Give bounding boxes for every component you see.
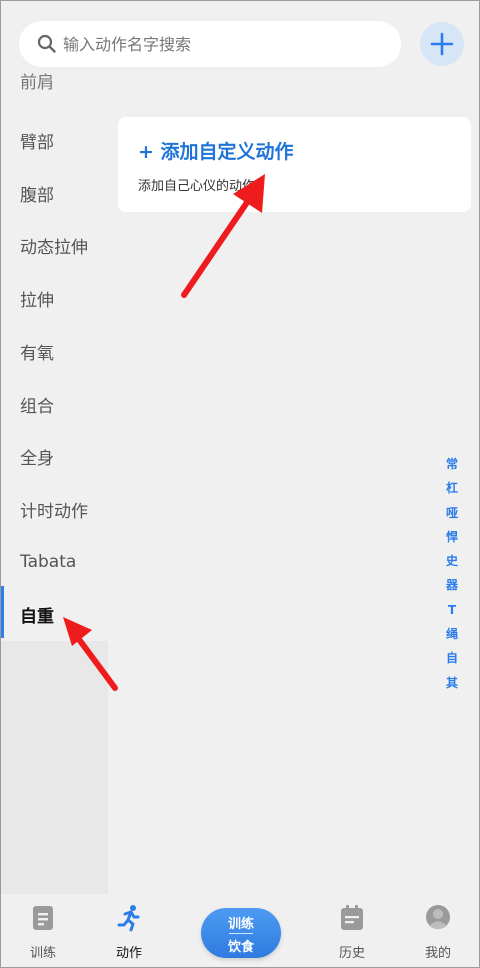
sidebar-item-partial[interactable]: 前肩 <box>0 72 108 98</box>
running-icon <box>117 905 140 932</box>
training-diet-switch-button[interactable]: 训练 饮食 <box>201 908 281 958</box>
index-item[interactable]: 常 <box>446 452 458 476</box>
index-item[interactable]: 绳 <box>446 622 458 646</box>
nav-training-label: 训练 <box>29 946 56 961</box>
add-custom-exercise-card[interactable]: + 添加自定义动作 添加自己心仪的动作 <box>118 117 471 212</box>
index-item[interactable]: 自 <box>446 646 458 670</box>
index-item[interactable]: 史 <box>446 549 458 573</box>
search-input[interactable] <box>61 33 365 55</box>
sidebar-item-full-body[interactable]: 全身 <box>0 430 108 482</box>
sidebar-empty-area <box>0 641 108 894</box>
index-item[interactable]: 杠 <box>446 476 458 500</box>
active-indicator <box>0 586 4 638</box>
quick-index: 常 杠 哑 悍 史 器 T 绳 自 其 <box>443 452 461 695</box>
sidebar-item-bodyweight[interactable]: 自重 <box>0 588 108 640</box>
pill-bottom-label: 饮食 <box>227 940 254 955</box>
nav-profile[interactable]: 我的 <box>403 904 473 962</box>
sidebar-item-cardio[interactable]: 有氧 <box>0 325 108 377</box>
nav-history-label: 历史 <box>338 946 365 961</box>
card-title: + 添加自定义动作 <box>138 141 294 163</box>
nav-training[interactable]: 训练 <box>8 904 78 962</box>
sidebar-item-tabata[interactable]: Tabata <box>0 536 108 588</box>
index-item[interactable]: 悍 <box>446 525 458 549</box>
calendar-icon <box>341 905 363 930</box>
index-item[interactable]: 器 <box>446 573 458 597</box>
sidebar-item-timed[interactable]: 计时动作 <box>0 483 108 535</box>
nav-profile-label: 我的 <box>424 946 451 961</box>
plus-icon <box>430 32 454 56</box>
index-item[interactable]: 其 <box>446 671 458 695</box>
pill-divider <box>229 933 253 934</box>
index-item[interactable]: 哑 <box>446 501 458 525</box>
user-icon <box>426 905 450 929</box>
index-item[interactable]: T <box>448 598 456 622</box>
nav-exercises-label: 动作 <box>115 946 142 961</box>
sidebar-item-abs[interactable]: 腹部 <box>0 167 108 219</box>
add-exercise-button[interactable] <box>420 22 464 66</box>
card-subtitle: 添加自己心仪的动作 <box>138 179 256 194</box>
sidebar-item-dynamic-stretch[interactable]: 动态拉伸 <box>0 219 108 271</box>
sidebar-item-arm[interactable]: 臂部 <box>0 114 108 166</box>
nav-history[interactable]: 历史 <box>317 904 387 962</box>
nav-exercises[interactable]: 动作 <box>94 904 164 962</box>
sidebar-item-stretch[interactable]: 拉伸 <box>0 272 108 324</box>
search-icon <box>37 34 56 53</box>
pill-top-label: 训练 <box>227 917 254 932</box>
sidebar-item-combo[interactable]: 组合 <box>0 378 108 430</box>
clipboard-icon <box>33 906 53 930</box>
search-bar[interactable] <box>19 21 401 67</box>
